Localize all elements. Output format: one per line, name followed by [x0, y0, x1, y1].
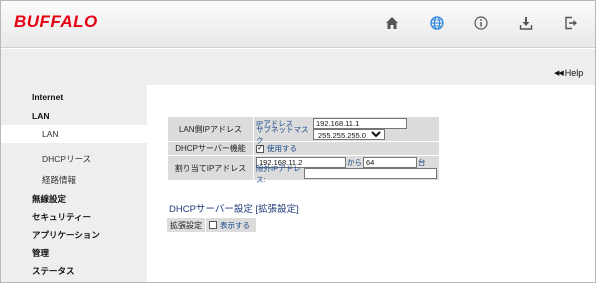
sidebar-item-wireless[interactable]: 無線設定: [1, 193, 147, 205]
sidebar-item-dhcp-lease[interactable]: DHCPリース: [1, 153, 147, 165]
assigned-ip-row: 割り当てIPアドレス から 台 除外IPアドレス:: [168, 156, 439, 184]
lan-ip-values: IPアドレス サブネットマスク 255.255.255.0: [254, 117, 439, 145]
dhcp-enable-label: 使用する: [267, 144, 297, 153]
sidebar-item-admin[interactable]: 管理: [1, 247, 147, 259]
sidebar-item-status[interactable]: ステータス: [1, 265, 147, 277]
advanced-show-cell: 表示する: [206, 218, 256, 232]
lan-ip-row: LAN側IPアドレス IPアドレス サブネットマスク 255.255.255.0: [168, 117, 439, 145]
lan-ip-label: LAN側IPアドレス: [168, 117, 253, 141]
range-count-input[interactable]: [363, 157, 417, 168]
help-label: Help: [564, 68, 584, 78]
range-from-label: から: [347, 158, 362, 167]
help-link[interactable]: ◀◀ Help: [554, 68, 583, 78]
sidebar-item-applications[interactable]: アプリケーション: [1, 229, 147, 241]
sidebar-item-security[interactable]: セキュリティー: [1, 211, 147, 223]
exclude-ip-input[interactable]: [304, 168, 437, 179]
ip-address-input[interactable]: [313, 118, 407, 129]
advanced-settings-label: 拡張設定: [167, 218, 205, 232]
advanced-show-label: 表示する: [220, 220, 250, 230]
sidebar-item-routing[interactable]: 経路情報: [1, 174, 147, 186]
exclude-ip-label: 除外IPアドレス:: [256, 163, 301, 184]
content-panel: LAN側IPアドレス IPアドレス サブネットマスク 255.255.255.0: [147, 85, 595, 282]
advanced-settings-row: 拡張設定 表示する: [167, 218, 256, 232]
globe-icon[interactable]: [427, 13, 447, 33]
buffalo-logo[interactable]: BUFFALO: [14, 12, 98, 32]
assigned-ip-label: 割り当てIPアドレス: [168, 156, 253, 180]
logout-icon[interactable]: [561, 13, 581, 33]
range-unit-label: 台: [418, 158, 426, 167]
sidebar-item-internet[interactable]: Internet: [1, 92, 147, 102]
double-left-arrow-icon: ◀◀: [554, 70, 564, 77]
dhcp-server-value: 使用する: [254, 142, 439, 155]
home-icon[interactable]: [382, 13, 402, 33]
sidebar-item-lan-lan[interactable]: LAN: [1, 125, 147, 143]
sidebar-item-lan[interactable]: LAN: [1, 111, 147, 121]
dhcp-enable-checkbox[interactable]: [256, 143, 264, 153]
subnet-mask-select[interactable]: 255.255.255.0: [313, 129, 385, 140]
dhcp-server-label: DHCPサーバー機能: [168, 142, 253, 155]
assigned-ip-values: から 台 除外IPアドレス:: [254, 156, 439, 184]
info-icon[interactable]: [471, 13, 491, 33]
router-admin-window: BUFFALO ◀◀ Help Internet LAN LAN DHCPリース…: [0, 0, 596, 283]
top-header: BUFFALO: [1, 1, 595, 48]
lan-settings-table: LAN側IPアドレス IPアドレス サブネットマスク 255.255.255.0: [167, 116, 440, 184]
dhcp-advanced-title: DHCPサーバー設定 [拡張設定]: [169, 204, 299, 215]
advanced-show-checkbox[interactable]: [209, 221, 217, 229]
download-icon[interactable]: [516, 13, 536, 33]
